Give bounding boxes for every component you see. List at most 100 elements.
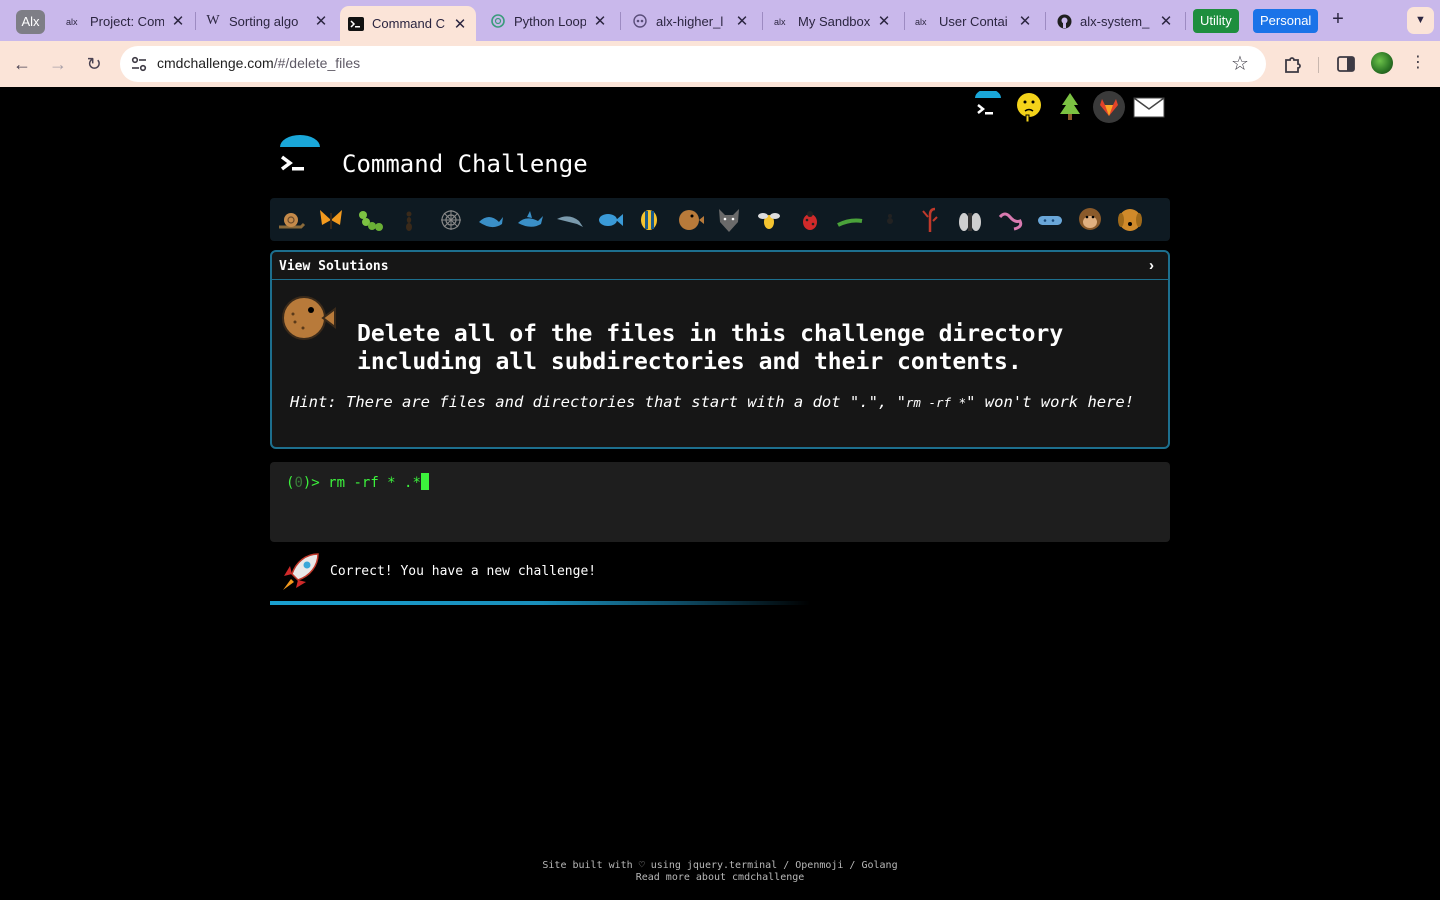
challenge-line-1: Delete all of the files in this challeng… (357, 321, 1064, 347)
back-arrow-icon[interactable]: ← (10, 52, 34, 76)
tab-alx-higher[interactable]: alx-higher_l ✕ (624, 6, 758, 36)
toolbar-divider (1318, 57, 1319, 73)
bookmark-star-icon[interactable]: ☆ (1231, 52, 1249, 76)
tab-command-challenge[interactable]: Command C ✕ (340, 6, 476, 41)
caterpillar-icon[interactable] (356, 205, 386, 235)
tree-icon[interactable] (1054, 91, 1086, 123)
challenge-line-2: including all subdirectories and their c… (357, 349, 1022, 375)
close-icon[interactable]: ✕ (876, 12, 892, 30)
gitlab-icon[interactable] (1093, 91, 1125, 123)
extensions-puzzle-icon[interactable] (1281, 52, 1305, 76)
butterfly-icon[interactable] (316, 205, 346, 235)
dolphin-icon[interactable] (555, 205, 585, 235)
wolf-icon[interactable] (714, 205, 744, 235)
hint-code: rm -rf * (905, 395, 967, 410)
tab-project[interactable]: alx Project: Com ✕ (58, 6, 194, 36)
reload-icon[interactable]: ↻ (82, 52, 106, 76)
terminal-command[interactable]: rm -rf * .* (328, 475, 421, 491)
whistle-emoji-icon[interactable] (1013, 91, 1045, 123)
terminal-cursor (420, 473, 429, 490)
new-tab-icon[interactable]: + (1328, 8, 1348, 31)
challenge-hint: Hint: There are files and directories th… (290, 393, 1160, 411)
footer-read-more-link[interactable]: Read more about cmdchallenge (0, 872, 1440, 884)
bee-icon[interactable] (754, 205, 784, 235)
close-icon[interactable]: ✕ (452, 15, 468, 33)
tab-divider (762, 12, 763, 30)
ant-icon[interactable] (394, 205, 424, 235)
tab-user-container[interactable]: alx User Contai ✕ (907, 6, 1041, 36)
microbe-icon[interactable] (1035, 205, 1065, 235)
view-solutions-toggle[interactable]: View Solutions › (272, 252, 1168, 280)
hint-prefix: Hint: There are files and directories th… (290, 393, 906, 411)
command-challenge-logo-icon (280, 135, 320, 171)
blowfish-icon[interactable] (675, 205, 705, 235)
prompt-close: )> (302, 475, 329, 491)
challenge-description: Delete all of the files in this challeng… (357, 320, 1157, 376)
close-icon[interactable]: ✕ (734, 12, 750, 30)
profile-avatar[interactable] (1371, 52, 1393, 74)
mail-envelope-icon[interactable] (1133, 91, 1165, 123)
scorpion-icon[interactable] (915, 205, 945, 235)
tab-search-chevron-icon[interactable]: ▼ (1407, 7, 1434, 34)
fish-icon[interactable] (595, 205, 625, 235)
github-copilot-icon (632, 13, 648, 29)
spider-web-icon[interactable] (436, 205, 466, 235)
ladybug-icon[interactable] (795, 205, 825, 235)
github-icon (1056, 13, 1072, 29)
url-host: cmdchallenge.com (157, 55, 274, 71)
terminal-logo-icon[interactable] (972, 91, 1004, 123)
snail-icon[interactable] (276, 205, 306, 235)
whale-icon[interactable] (476, 205, 506, 235)
site-title: Command Challenge (342, 150, 588, 178)
side-panel-icon[interactable] (1334, 52, 1358, 76)
tab-divider (1185, 12, 1186, 30)
close-icon[interactable]: ✕ (1017, 12, 1033, 30)
close-icon[interactable]: ✕ (1158, 12, 1174, 30)
challenge-panel: View Solutions › Delete all of the files… (270, 250, 1170, 449)
url-text[interactable]: cmdchallenge.com/#/delete_files (157, 55, 360, 71)
chatgpt-icon (490, 13, 506, 29)
blowfish-icon (282, 296, 336, 340)
shark-icon[interactable] (515, 205, 545, 235)
cricket-icon[interactable] (835, 205, 865, 235)
tab-alx-system[interactable]: alx-system_ ✕ (1048, 6, 1182, 36)
close-icon[interactable]: ✕ (313, 12, 329, 30)
terminal-prompt: (0)> rm -rf * .* (286, 473, 429, 491)
alx-favicon-icon: alx (66, 13, 82, 29)
forward-arrow-icon[interactable]: → (46, 52, 70, 76)
spider-icon[interactable] (875, 205, 905, 235)
wikipedia-icon: W (206, 13, 220, 28)
tab-title: alx-system_ (1080, 13, 1150, 29)
result-message: Correct! You have a new challenge! (330, 564, 597, 579)
tab-python-loop[interactable]: Python Loop ✕ (482, 6, 616, 36)
challenge-selector-bar (270, 198, 1170, 241)
tab-group-utility[interactable]: Utility (1193, 9, 1239, 33)
svg-text:alx: alx (774, 17, 786, 26)
fly-icon[interactable] (955, 205, 985, 235)
url-path: /#/delete_files (273, 55, 361, 71)
view-solutions-label: View Solutions (279, 259, 389, 274)
more-menu-icon[interactable]: ⋮ (1410, 52, 1426, 74)
dog-icon[interactable] (1115, 205, 1145, 235)
tab-sorting[interactable]: W Sorting algo ✕ (197, 6, 337, 36)
close-icon[interactable]: ✕ (170, 12, 186, 30)
tab-title: alx-higher_l (656, 13, 724, 29)
worm-icon[interactable] (996, 205, 1026, 235)
profile-group-badge[interactable]: Alx (16, 10, 45, 34)
tropical-fish-icon[interactable] (635, 205, 665, 235)
tab-strip: Alx alx Project: Com ✕ W Sorting algo ✕ … (0, 0, 1440, 41)
browser-toolbar: ← → ↻ cmdchallenge.com/#/delete_files ☆ (0, 41, 1440, 87)
close-icon[interactable]: ✕ (592, 12, 608, 30)
tab-my-sandbox[interactable]: alx My Sandbox ✕ (766, 6, 900, 36)
tab-divider (904, 12, 905, 30)
site-info-icon[interactable] (130, 55, 148, 73)
svg-text:alx: alx (915, 17, 927, 26)
alx-favicon-icon: alx (774, 13, 790, 29)
alx-favicon-icon: alx (915, 13, 931, 29)
monkey-icon[interactable] (1075, 205, 1105, 235)
svg-text:alx: alx (66, 17, 78, 26)
rocket-icon (283, 553, 319, 590)
tab-title: My Sandbox (798, 13, 870, 29)
tab-group-personal[interactable]: Personal (1253, 9, 1319, 33)
terminal-input[interactable]: (0)> rm -rf * .* (270, 462, 1170, 542)
